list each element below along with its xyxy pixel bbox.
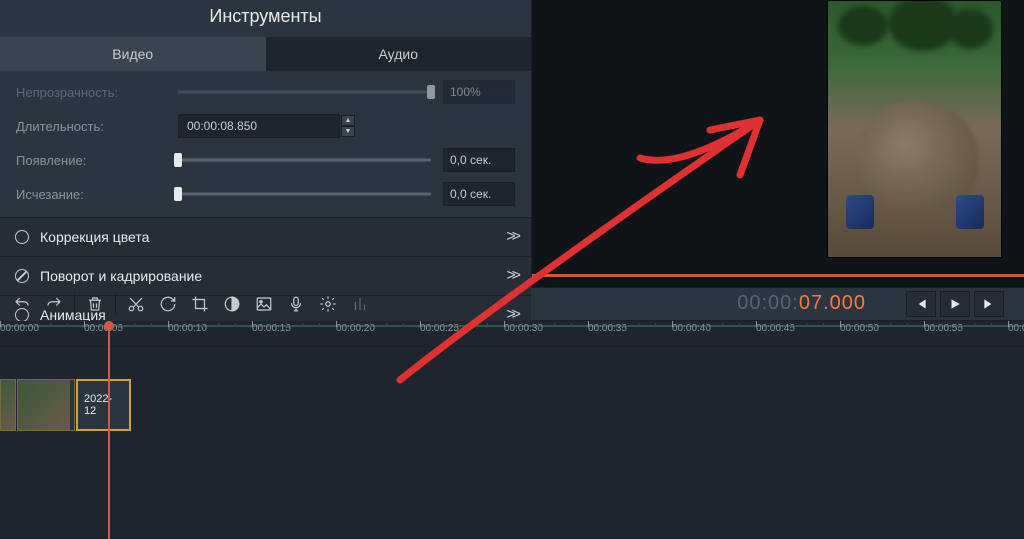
rotate-button[interactable] [152, 290, 184, 318]
ruler-tick: 00:01:00 [1008, 323, 1024, 334]
delete-button[interactable] [79, 290, 111, 318]
next-button[interactable] [974, 291, 1004, 317]
opacity-value: 100% [443, 80, 515, 104]
preview-area [532, 0, 1024, 287]
equalizer-button [344, 290, 376, 318]
prev-button[interactable] [906, 291, 936, 317]
fadein-slider[interactable] [178, 157, 431, 163]
timeline-clip-selected[interactable]: 2022-12 [76, 379, 131, 431]
ruler[interactable]: 00:00:0000:00:0500:00:1000:00:1500:00:20… [0, 321, 1024, 347]
properties: Непрозрачность: 100% Длительность: ▲ ▼ [0, 71, 531, 217]
duration-down[interactable]: ▼ [341, 126, 355, 137]
tabs: Видео Аудио [0, 37, 531, 71]
fadein-label: Появление: [16, 153, 166, 168]
no-entry-icon [14, 268, 30, 284]
crop-button[interactable] [184, 290, 216, 318]
opacity-label: Непрозрачность: [16, 85, 166, 100]
chevron-right-icon: >> [506, 267, 517, 285]
contrast-button[interactable] [216, 290, 248, 318]
playhead[interactable] [108, 321, 110, 539]
chevron-right-icon: >> [506, 228, 517, 246]
timeline-clip[interactable] [17, 379, 75, 431]
section-color-correction[interactable]: Коррекция цвета >> [0, 217, 531, 256]
redo-button[interactable] [38, 290, 70, 318]
cut-button[interactable] [120, 290, 152, 318]
clip-thumb-edge[interactable] [0, 379, 16, 431]
preview-frame [827, 0, 1002, 258]
image-button[interactable] [248, 290, 280, 318]
time-display: 00:00:07.000 [737, 292, 866, 316]
duration-up[interactable]: ▲ [341, 115, 355, 126]
undo-button[interactable] [6, 290, 38, 318]
mic-button[interactable] [280, 290, 312, 318]
tab-audio[interactable]: Аудио [266, 37, 532, 71]
fadeout-value: 0,0 сек. [443, 182, 515, 206]
panel-title: Инструменты [0, 0, 531, 37]
fadeout-label: Исчезание: [16, 187, 166, 202]
fadeout-slider[interactable] [178, 191, 431, 197]
preview-scrub-line[interactable] [532, 274, 1024, 277]
tools-panel: Инструменты Видео Аудио Непрозрачность: … [0, 0, 532, 287]
timeline[interactable]: 2022-12 [0, 347, 1024, 539]
play-button[interactable] [940, 291, 970, 317]
circle-icon [14, 229, 30, 245]
tab-video[interactable]: Видео [0, 37, 266, 71]
settings-button[interactable] [312, 290, 344, 318]
fadein-value: 0,0 сек. [443, 148, 515, 172]
duration-label: Длительность: [16, 119, 166, 134]
opacity-slider[interactable] [178, 89, 431, 95]
duration-field[interactable] [178, 114, 340, 138]
